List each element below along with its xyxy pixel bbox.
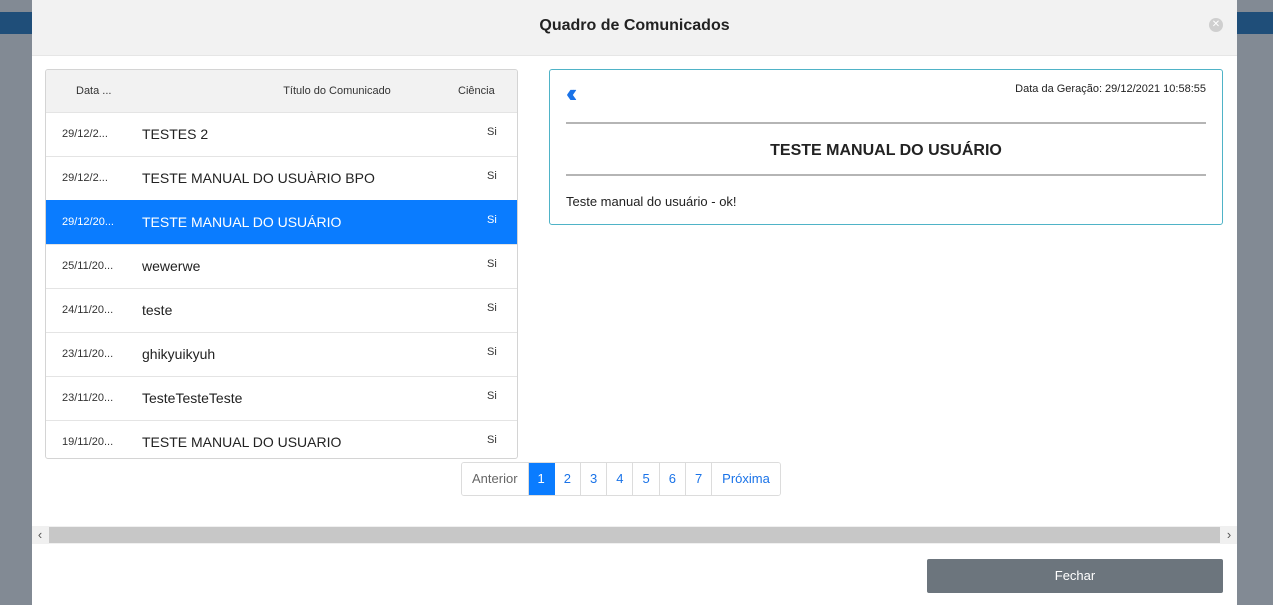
table-row[interactable]: 24/11/20... teste Si: [46, 288, 517, 332]
row-date: 29/12/20...: [62, 216, 114, 228]
table-row[interactable]: 29/12/2... TESTES 2 Si: [46, 112, 517, 156]
row-date: 29/12/2...: [62, 128, 108, 140]
divider: [566, 122, 1206, 124]
scroll-right-icon[interactable]: ›: [1221, 526, 1237, 544]
row-title: TESTES 2: [142, 126, 209, 142]
table-row[interactable]: 29/12/2... TESTE MANUAL DO USUÀRIO BPO Si: [46, 156, 517, 200]
row-ciencia: Si: [487, 346, 497, 358]
pagination-page-7[interactable]: 7: [685, 463, 713, 495]
communications-modal: Quadro de Comunicados ✕ Data ... Título …: [32, 0, 1237, 605]
backdrop-band: [0, 12, 32, 34]
table-row[interactable]: 19/11/20... TESTE MANUAL DO USUARIO Si: [46, 420, 517, 458]
backdrop-right: [1237, 0, 1273, 605]
table-body: 29/12/2... TESTES 2 Si 29/12/2... TESTE MANU…: [46, 112, 517, 458]
pagination-page-2[interactable]: 2: [554, 463, 581, 495]
column-header-ciencia[interactable]: Ciência: [458, 85, 495, 97]
row-ciencia: Si: [487, 434, 497, 446]
pagination-page-5[interactable]: 5: [633, 463, 660, 495]
row-title: TESTE MANUAL DO USUÀRIO BPO: [142, 170, 375, 186]
row-title: wewerwe: [142, 258, 201, 274]
row-title: TESTE MANUAL DO USUÁRIO: [142, 214, 342, 230]
row-title: ghikyuikyuh: [142, 346, 216, 362]
row-date: 24/11/20...: [62, 304, 114, 316]
table-row[interactable]: 23/11/20... TesteTesteTeste Si: [46, 376, 517, 420]
pagination: Anterior 1 2 3 4 5 6 7 Próxima: [461, 462, 781, 496]
row-ciencia: Si: [487, 214, 497, 226]
scrollbar-thumb[interactable]: [49, 527, 1220, 543]
row-date: 29/12/2...: [62, 172, 108, 184]
pagination-page-1[interactable]: 1: [528, 463, 555, 495]
row-ciencia: Si: [487, 302, 497, 314]
double-chevron-left-icon[interactable]: ‹‹: [566, 80, 578, 106]
row-title: teste: [142, 302, 173, 318]
close-button[interactable]: Fechar: [927, 559, 1223, 593]
row-ciencia: Si: [487, 390, 497, 402]
row-date: 23/11/20...: [62, 348, 114, 360]
pagination-next[interactable]: Próxima: [712, 463, 780, 495]
pagination-page-6[interactable]: 6: [659, 463, 686, 495]
table-row[interactable]: 29/12/20... TESTE MANUAL DO USUÁRIO Si: [46, 200, 517, 244]
pagination-page-4[interactable]: 4: [607, 463, 634, 495]
pagination-page-3[interactable]: 3: [581, 463, 608, 495]
row-date: 19/11/20...: [62, 436, 114, 448]
backdrop-left: [0, 0, 32, 605]
communications-table: Data ... Título do Comunicado Ciência 29…: [45, 69, 518, 459]
table-row[interactable]: 23/11/20... ghikyuikyuh Si: [46, 332, 517, 376]
communication-title: TESTE MANUAL DO USUÁRIO: [770, 142, 1002, 159]
communication-detail-panel: ‹‹ Data da Geração: 29/12/2021 10:58:55 …: [549, 69, 1223, 225]
row-ciencia: Si: [487, 126, 497, 138]
generation-date: Data da Geração: 29/12/2021 10:58:55: [1015, 83, 1206, 95]
modal-header: Quadro de Comunicados ✕: [32, 0, 1237, 56]
horizontal-scrollbar[interactable]: ‹ ›: [32, 526, 1237, 544]
pagination-previous[interactable]: Anterior: [462, 463, 529, 495]
communication-body: Teste manual do usuário - ok!: [566, 194, 737, 209]
backdrop-band: [1237, 12, 1273, 34]
row-ciencia: Si: [487, 258, 497, 270]
table-row[interactable]: 25/11/20... wewerwe Si: [46, 244, 517, 288]
row-date: 23/11/20...: [62, 392, 114, 404]
row-date: 25/11/20...: [62, 260, 114, 272]
close-icon[interactable]: ✕: [1209, 18, 1223, 32]
table-header: Data ... Título do Comunicado Ciência: [46, 70, 517, 112]
divider: [566, 174, 1206, 176]
scroll-left-icon[interactable]: ‹: [32, 526, 48, 544]
modal-title: Quadro de Comunicados: [539, 17, 730, 34]
row-title: TesteTesteTeste: [142, 390, 243, 406]
row-ciencia: Si: [487, 170, 497, 182]
row-title: TESTE MANUAL DO USUARIO: [142, 434, 342, 450]
column-header-date[interactable]: Data ...: [76, 85, 111, 97]
